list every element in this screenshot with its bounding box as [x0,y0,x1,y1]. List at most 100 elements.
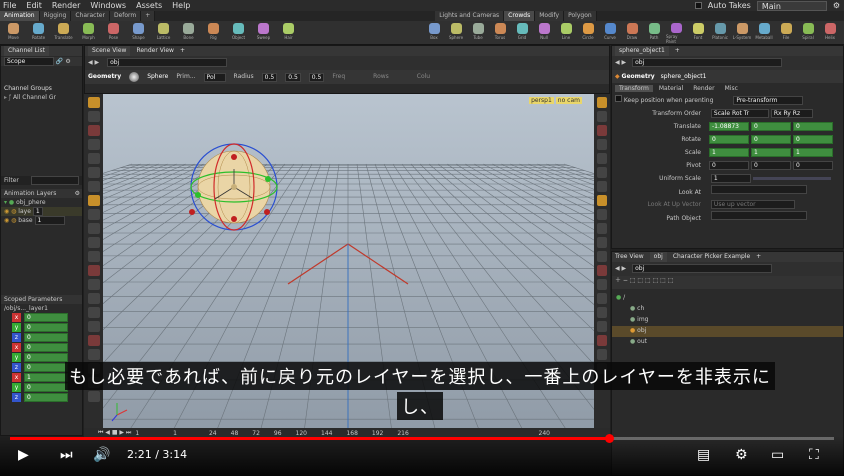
viewport-tool-icon[interactable] [597,181,607,192]
param-value[interactable]: 0 [751,135,791,144]
shelf-tool[interactable]: Draw [622,21,642,44]
lookup-select[interactable]: Use up vector [710,200,795,209]
viewport-tool-icon[interactable] [87,139,100,150]
layer-row[interactable]: ◉ ◍ laye 1 [1,207,82,216]
layer-weight[interactable]: 1 [34,216,65,225]
viewport-tool-icon[interactable] [597,97,607,108]
all-channel-group[interactable]: ▸ ƒ All Channel Gr [1,93,82,102]
scope-select[interactable]: Scope [4,57,54,66]
layer-row[interactable]: ▾ ● obj_phere [1,198,82,207]
next-icon[interactable]: ⏭ [60,448,73,462]
layer-weight[interactable]: 1 [32,207,43,216]
viewport-tool-icon[interactable] [87,279,100,290]
viewport-tool-icon[interactable] [87,223,100,234]
subtitles-icon[interactable]: ▤ [697,448,710,462]
tab-obj[interactable]: obj [649,252,667,262]
fullscreen-icon[interactable]: ⛶ [809,448,819,462]
viewport-tool-icon[interactable] [597,349,607,360]
viewport-tool-icon[interactable] [87,335,100,346]
tab-transform[interactable]: Transform [615,85,653,92]
gear-icon[interactable]: ⚙ [65,58,70,65]
shelf-tab-animation[interactable]: Animation [0,11,40,21]
viewport-tool-icon[interactable] [597,321,607,332]
menu-windows[interactable]: Windows [90,1,126,10]
shelf-tool[interactable]: Move [2,21,25,44]
viewport-tool-icon[interactable] [597,307,607,318]
menu-render[interactable]: Render [52,1,80,10]
param-value[interactable]: 0 [709,161,749,170]
viewport-tool-icon[interactable] [87,265,100,276]
param-value[interactable]: 0 [751,122,791,131]
viewport-tool-icon[interactable] [597,251,607,262]
viewport-tool-icon[interactable] [597,265,607,276]
viewport-tool-icon[interactable] [87,209,100,220]
viewport-tool-icon[interactable] [597,125,607,136]
channel-row[interactable]: x0 [1,313,82,323]
progress-bar[interactable] [10,434,834,443]
tab-sphere-object[interactable]: sphere_object1 [615,46,669,56]
progress-knob[interactable] [605,434,615,443]
order-select[interactable]: Scale Rot Tr [710,109,769,118]
viewport-tool-icon[interactable] [87,153,100,164]
shelf-tab-character[interactable]: Character [71,11,110,21]
tab-misc[interactable]: Misc [721,85,742,92]
shelf-tool[interactable]: Object [227,21,250,44]
radius-x[interactable]: 0.5 [261,72,278,82]
shelf-tab-rigging[interactable]: Rigging [39,11,72,21]
shelf-tab-lights[interactable]: Lights and Cameras [435,11,505,21]
shelf-tab-modify[interactable]: Modify [535,11,565,21]
viewport-tool-icon[interactable] [87,181,100,192]
shelf-tool[interactable]: Spiral [798,21,818,44]
param-value[interactable]: 1 [793,148,833,157]
viewport-tool-icon[interactable] [597,139,607,150]
viewport-tool-icon[interactable] [87,237,100,248]
lookat-field[interactable] [710,185,807,194]
viewport-tool-icon[interactable] [597,223,607,234]
add-tab-icon[interactable]: + [756,252,761,262]
filter-input[interactable] [31,176,79,185]
play-icon[interactable]: ▶ [18,448,29,462]
shelf-tab-deform[interactable]: Deform [109,11,142,21]
back-icon[interactable]: ◀ ▶ [615,265,626,272]
channel-row[interactable]: x0 [1,343,82,353]
viewport-tool-icon[interactable] [87,125,100,136]
shelf-tool[interactable]: Sweep [252,21,275,44]
shelf-tool[interactable]: Line [556,21,576,44]
viewport-tool-icon[interactable] [87,307,100,318]
viewport-tool-icon[interactable] [597,195,607,206]
add-tab-icon[interactable]: + [180,46,185,56]
shelf-tool[interactable]: Bone [177,21,200,44]
shelf-tab-crowds[interactable]: Crowds [504,11,536,21]
radius-y[interactable]: 0.5 [285,72,301,82]
tree-item[interactable]: ● obj [612,326,843,337]
tree-item[interactable]: ● out [612,337,843,348]
channel-value[interactable]: 0 [24,313,68,322]
auto-takes-checkbox[interactable] [694,2,702,9]
shelf-tool[interactable]: Curve [600,21,620,44]
channel-value[interactable]: 0 [24,343,68,352]
channel-value[interactable]: 0 [24,353,68,362]
viewport-tool-icon[interactable] [87,251,100,262]
shelf-tool[interactable]: File [776,21,796,44]
param-value[interactable]: -1.08873 [709,122,749,131]
menu-help[interactable]: Help [172,1,190,10]
uniform-field[interactable]: 1 [710,174,751,183]
tree-item[interactable]: ● img [612,315,843,326]
viewport-tool-icon[interactable] [597,153,607,164]
shelf-tool[interactable]: Sphere [446,21,466,44]
param-path-field[interactable]: obj [632,58,783,67]
viewport-tool-icon[interactable] [87,97,100,108]
shelf-add-tab[interactable]: + [141,11,156,21]
settings-icon[interactable]: ⚙ [735,448,748,462]
shelf-tool[interactable]: Helix [820,21,840,44]
path-field[interactable]: obj [107,58,228,67]
channel-value[interactable]: 0 [24,333,68,342]
theater-mode-icon[interactable]: ▭ [771,448,784,462]
poly-select[interactable]: Pol [203,72,226,82]
desktop-select[interactable]: Main [756,0,827,11]
shelf-tool[interactable]: Rotate [27,21,50,44]
viewport-tool-icon[interactable] [87,111,100,122]
channel-row[interactable]: y0 [1,323,82,333]
viewport-tool-icon[interactable] [597,167,607,178]
back-icon[interactable]: ◀ ▶ [88,59,99,66]
